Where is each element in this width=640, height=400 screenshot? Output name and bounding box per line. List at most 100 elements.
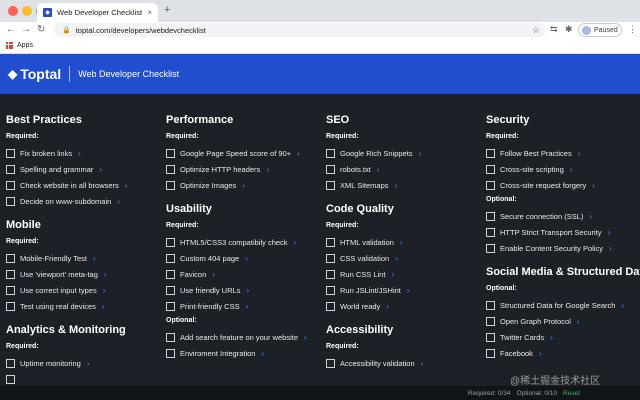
chevron-right-icon[interactable]: › — [570, 165, 573, 174]
chevron-right-icon[interactable]: › — [421, 359, 424, 368]
puzzle-icon[interactable]: ✱ — [565, 24, 573, 35]
url-text[interactable]: toptal.com/developers/webdevchecklist — [76, 26, 527, 35]
chevron-right-icon[interactable]: › — [609, 244, 612, 253]
item-label[interactable]: robots.txt — [340, 165, 371, 174]
chevron-right-icon[interactable]: › — [608, 228, 611, 237]
item-checkbox[interactable] — [166, 332, 175, 342]
chevron-right-icon[interactable]: › — [266, 165, 269, 174]
item-label[interactable]: Spelling and grammar — [20, 165, 93, 174]
chevron-right-icon[interactable]: › — [242, 181, 245, 190]
chevron-right-icon[interactable]: › — [377, 165, 380, 174]
item-label[interactable]: Custom 404 page — [180, 254, 239, 263]
item-label[interactable]: Use 'viewport' meta-tag — [20, 270, 98, 279]
checklist-item[interactable]: Optimize Images › — [166, 177, 326, 193]
chevron-right-icon[interactable]: › — [395, 181, 398, 190]
chevron-right-icon[interactable]: › — [589, 212, 592, 221]
item-checkbox[interactable] — [166, 348, 175, 358]
profile-button[interactable]: Paused — [578, 23, 622, 37]
chevron-right-icon[interactable]: › — [87, 359, 90, 368]
checklist-item[interactable]: Google Page Speed score of 90+ › — [166, 145, 326, 161]
checklist-item[interactable]: Secure connection (SSL) › — [486, 208, 640, 224]
item-label[interactable]: World ready — [340, 302, 380, 311]
item-label[interactable]: XML Sitemaps — [340, 181, 389, 190]
chevron-right-icon[interactable]: › — [261, 349, 264, 358]
close-window-button[interactable] — [8, 6, 18, 16]
checklist-item[interactable]: Follow Best Practices › — [486, 145, 640, 161]
item-checkbox[interactable] — [326, 285, 335, 295]
checklist-item[interactable]: Google Rich Snippets › — [326, 145, 486, 161]
item-label[interactable]: Follow Best Practices — [500, 149, 572, 158]
chevron-right-icon[interactable]: › — [99, 165, 102, 174]
toptal-logo[interactable]: ◆ Toptal — [8, 66, 61, 82]
item-label[interactable]: Test using real devices — [20, 302, 96, 311]
chevron-right-icon[interactable]: › — [246, 302, 249, 311]
forward-arrow-icon[interactable]: → — [21, 24, 31, 36]
chevron-right-icon[interactable]: › — [386, 302, 389, 311]
item-checkbox[interactable] — [166, 253, 175, 263]
item-checkbox[interactable] — [486, 348, 495, 358]
item-checkbox[interactable] — [166, 148, 175, 158]
chevron-right-icon[interactable]: › — [577, 317, 580, 326]
chevron-right-icon[interactable]: › — [212, 270, 215, 279]
checklist-item[interactable]: Optimize HTTP headers › — [166, 161, 326, 177]
bookmark-apps[interactable]: Apps — [17, 42, 33, 49]
chevron-right-icon[interactable]: › — [103, 286, 106, 295]
item-label[interactable]: Secure connection (SSL) — [500, 212, 583, 221]
chevron-right-icon[interactable]: › — [297, 149, 300, 158]
checklist-item[interactable]: robots.txt › — [326, 161, 486, 177]
chevron-right-icon[interactable]: › — [104, 270, 107, 279]
chevron-right-icon[interactable]: › — [550, 333, 553, 342]
item-label[interactable]: Enable Content Security Policy — [500, 244, 603, 253]
new-tab-button[interactable]: + — [164, 4, 170, 16]
checklist-item[interactable]: Mobile-Friendly Test › — [6, 250, 166, 266]
kebab-menu-icon[interactable]: ⋮ — [628, 24, 637, 35]
checklist-item[interactable]: Fix broken links › — [6, 145, 166, 161]
lock-icon[interactable]: 🔒 — [62, 26, 71, 34]
chevron-right-icon[interactable]: › — [117, 197, 120, 206]
chevron-right-icon[interactable]: › — [407, 286, 410, 295]
item-label[interactable]: Print-friendly CSS — [180, 302, 240, 311]
checklist-item[interactable]: Test using real devices › — [6, 298, 166, 314]
checklist-item[interactable]: CSS validation › — [326, 250, 486, 266]
chevron-right-icon[interactable]: › — [78, 149, 81, 158]
item-label[interactable]: Cross-site request forgery — [500, 181, 586, 190]
chevron-right-icon[interactable]: › — [246, 286, 249, 295]
browser-tab[interactable]: ◆ Web Developer Checklist: Web × — [37, 3, 158, 22]
item-label[interactable]: Run CSS Lint — [340, 270, 385, 279]
item-label[interactable]: Cross-site scripting — [500, 165, 564, 174]
item-checkbox[interactable] — [486, 332, 495, 342]
chevron-right-icon[interactable]: › — [592, 181, 595, 190]
chevron-right-icon[interactable]: › — [391, 270, 394, 279]
item-checkbox[interactable] — [326, 180, 335, 190]
item-checkbox[interactable] — [6, 358, 15, 368]
item-checkbox[interactable] — [6, 285, 15, 295]
checklist-item[interactable]: XML Sitemaps › — [326, 177, 486, 193]
item-label[interactable]: Optimize HTTP headers — [180, 165, 260, 174]
checklist-item[interactable]: HTML5/CSS3 compatibily check › — [166, 234, 326, 250]
item-checkbox[interactable] — [166, 269, 175, 279]
item-label[interactable]: Use friendly URLs — [180, 286, 240, 295]
checklist-item[interactable]: Cross-site scripting › — [486, 161, 640, 177]
item-label[interactable]: Check website in all browsers — [20, 181, 119, 190]
item-checkbox[interactable] — [486, 316, 495, 326]
chevron-right-icon[interactable]: › — [578, 149, 581, 158]
item-checkbox[interactable] — [6, 253, 15, 263]
chevron-right-icon[interactable]: › — [125, 181, 128, 190]
checklist-item[interactable]: Use correct input types › — [6, 282, 166, 298]
item-checkbox[interactable] — [6, 196, 15, 206]
reset-button[interactable]: Reset — [563, 390, 580, 397]
item-label[interactable]: Google Page Speed score of 90+ — [180, 149, 291, 158]
reload-icon[interactable]: ↻ — [37, 24, 45, 36]
item-checkbox[interactable] — [166, 180, 175, 190]
checklist-item[interactable]: Use 'viewport' meta-tag › — [6, 266, 166, 282]
item-checkbox[interactable] — [166, 301, 175, 311]
checklist-item[interactable]: Enviroment Integration › — [166, 345, 326, 361]
checklist-item[interactable]: Run JSLint/JSHint › — [326, 282, 486, 298]
item-label[interactable]: Decide on www-subdomain — [20, 197, 111, 206]
item-checkbox[interactable] — [166, 164, 175, 174]
address-bar[interactable]: 🔒 toptal.com/developers/webdevchecklist … — [54, 23, 546, 37]
item-checkbox[interactable] — [486, 300, 495, 310]
item-checkbox[interactable] — [326, 148, 335, 158]
apps-grid-icon[interactable] — [6, 42, 13, 49]
item-label[interactable]: Favicon — [180, 270, 206, 279]
